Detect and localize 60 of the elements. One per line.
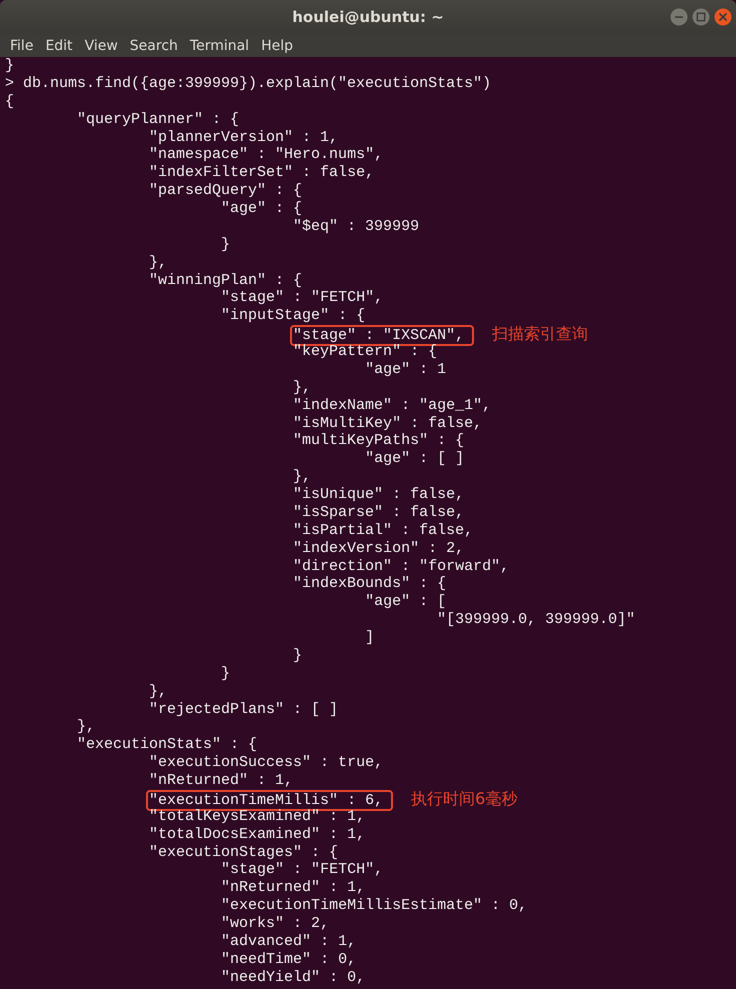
code-line: "age" : 1: [364, 360, 448, 379]
code-line: "age" : [: [364, 593, 448, 612]
window-title: houlei@ubuntu: ~: [292, 7, 444, 28]
close-icon[interactable]: [714, 8, 732, 26]
code-line: "nReturned" : 1,: [220, 879, 366, 898]
code-line: "indexName" : "age_1",: [292, 396, 492, 414]
code-line: "needYield" : 0,: [220, 968, 366, 986]
code-line: "age" : {: [220, 200, 304, 218]
code-line: "indexBounds" : {: [292, 575, 448, 594]
menu-item[interactable]: Help: [255, 35, 299, 57]
code-line: "parsedQuery" : {: [148, 182, 304, 200]
code-line: > db.nums.find({age:399999}).explain("executionStats"): [5, 74, 492, 93]
menu-item[interactable]: View: [78, 35, 124, 57]
code-line: }: [220, 664, 232, 683]
code-line: "stage" : "FETCH",: [220, 289, 384, 308]
minimize-icon[interactable]: [670, 8, 688, 26]
code-line: "advanced" : 1,: [220, 932, 358, 951]
code-line: "isMultiKey" : false,: [292, 414, 484, 432]
code-line: "rejectedPlans" : [ ]: [148, 700, 340, 718]
code-line: "age" : [ ]: [364, 450, 466, 468]
code-line: "inputStage" : {: [220, 307, 366, 326]
menu-item[interactable]: Search: [124, 35, 184, 57]
code-line: "indexVersion" : 2,: [292, 540, 466, 558]
code-line: "stage" : "FETCH",: [220, 861, 384, 880]
code-line: "[399999.0, 399999.0]": [436, 611, 636, 629]
code-line: },: [148, 682, 168, 700]
code-line: "executionTimeMillisEstimate" : 0,: [220, 897, 528, 915]
code-line: "multiKeyPaths" : {: [292, 432, 466, 450]
code-line: "nReturned" : 1,: [148, 772, 294, 790]
menu-item[interactable]: Edit: [39, 35, 79, 57]
code-line: "plannerVersion" : 1,: [148, 128, 340, 146]
code-line: }: [5, 57, 16, 75]
menu-item[interactable]: File: [4, 35, 40, 57]
code-line: "works" : 2,: [220, 915, 330, 933]
annotation-note: 扫描索引查询: [492, 324, 588, 344]
code-line: "direction" : "forward",: [292, 558, 510, 576]
code-line: "isUnique" : false,: [292, 486, 466, 504]
code-line: "indexFilterSet" : false,: [148, 164, 376, 182]
code-line: "totalDocsExamined" : 1,: [148, 826, 366, 844]
code-line: "isPartial" : false,: [292, 522, 474, 540]
code-line: },: [292, 378, 312, 397]
code-line: },: [76, 718, 96, 736]
code-line: "executionSuccess" : true,: [148, 754, 384, 772]
code-line: "namespace" : "Hero.nums",: [148, 146, 384, 164]
code-line: "needTime" : 0,: [220, 950, 358, 969]
code-line: "executionStages" : {: [148, 844, 340, 862]
code-line: }: [220, 236, 232, 254]
code-line: "queryPlanner" : {: [76, 110, 240, 128]
code-line: {: [5, 92, 16, 111]
code-line: ]: [364, 629, 376, 647]
code-line: },: [292, 468, 312, 486]
code-line: "$eq" : 399999: [292, 218, 420, 236]
code-line: "isSparse" : false,: [292, 504, 466, 522]
menu-item[interactable]: Terminal: [184, 35, 256, 57]
code-line: "executionStats" : {: [76, 736, 258, 754]
code-line: }: [292, 646, 304, 665]
annotation-note: 执行时间6毫秒: [411, 788, 518, 808]
code-line: "winningPlan" : {: [148, 272, 304, 290]
maximize-icon[interactable]: [692, 8, 710, 26]
code-line: },: [148, 254, 168, 272]
